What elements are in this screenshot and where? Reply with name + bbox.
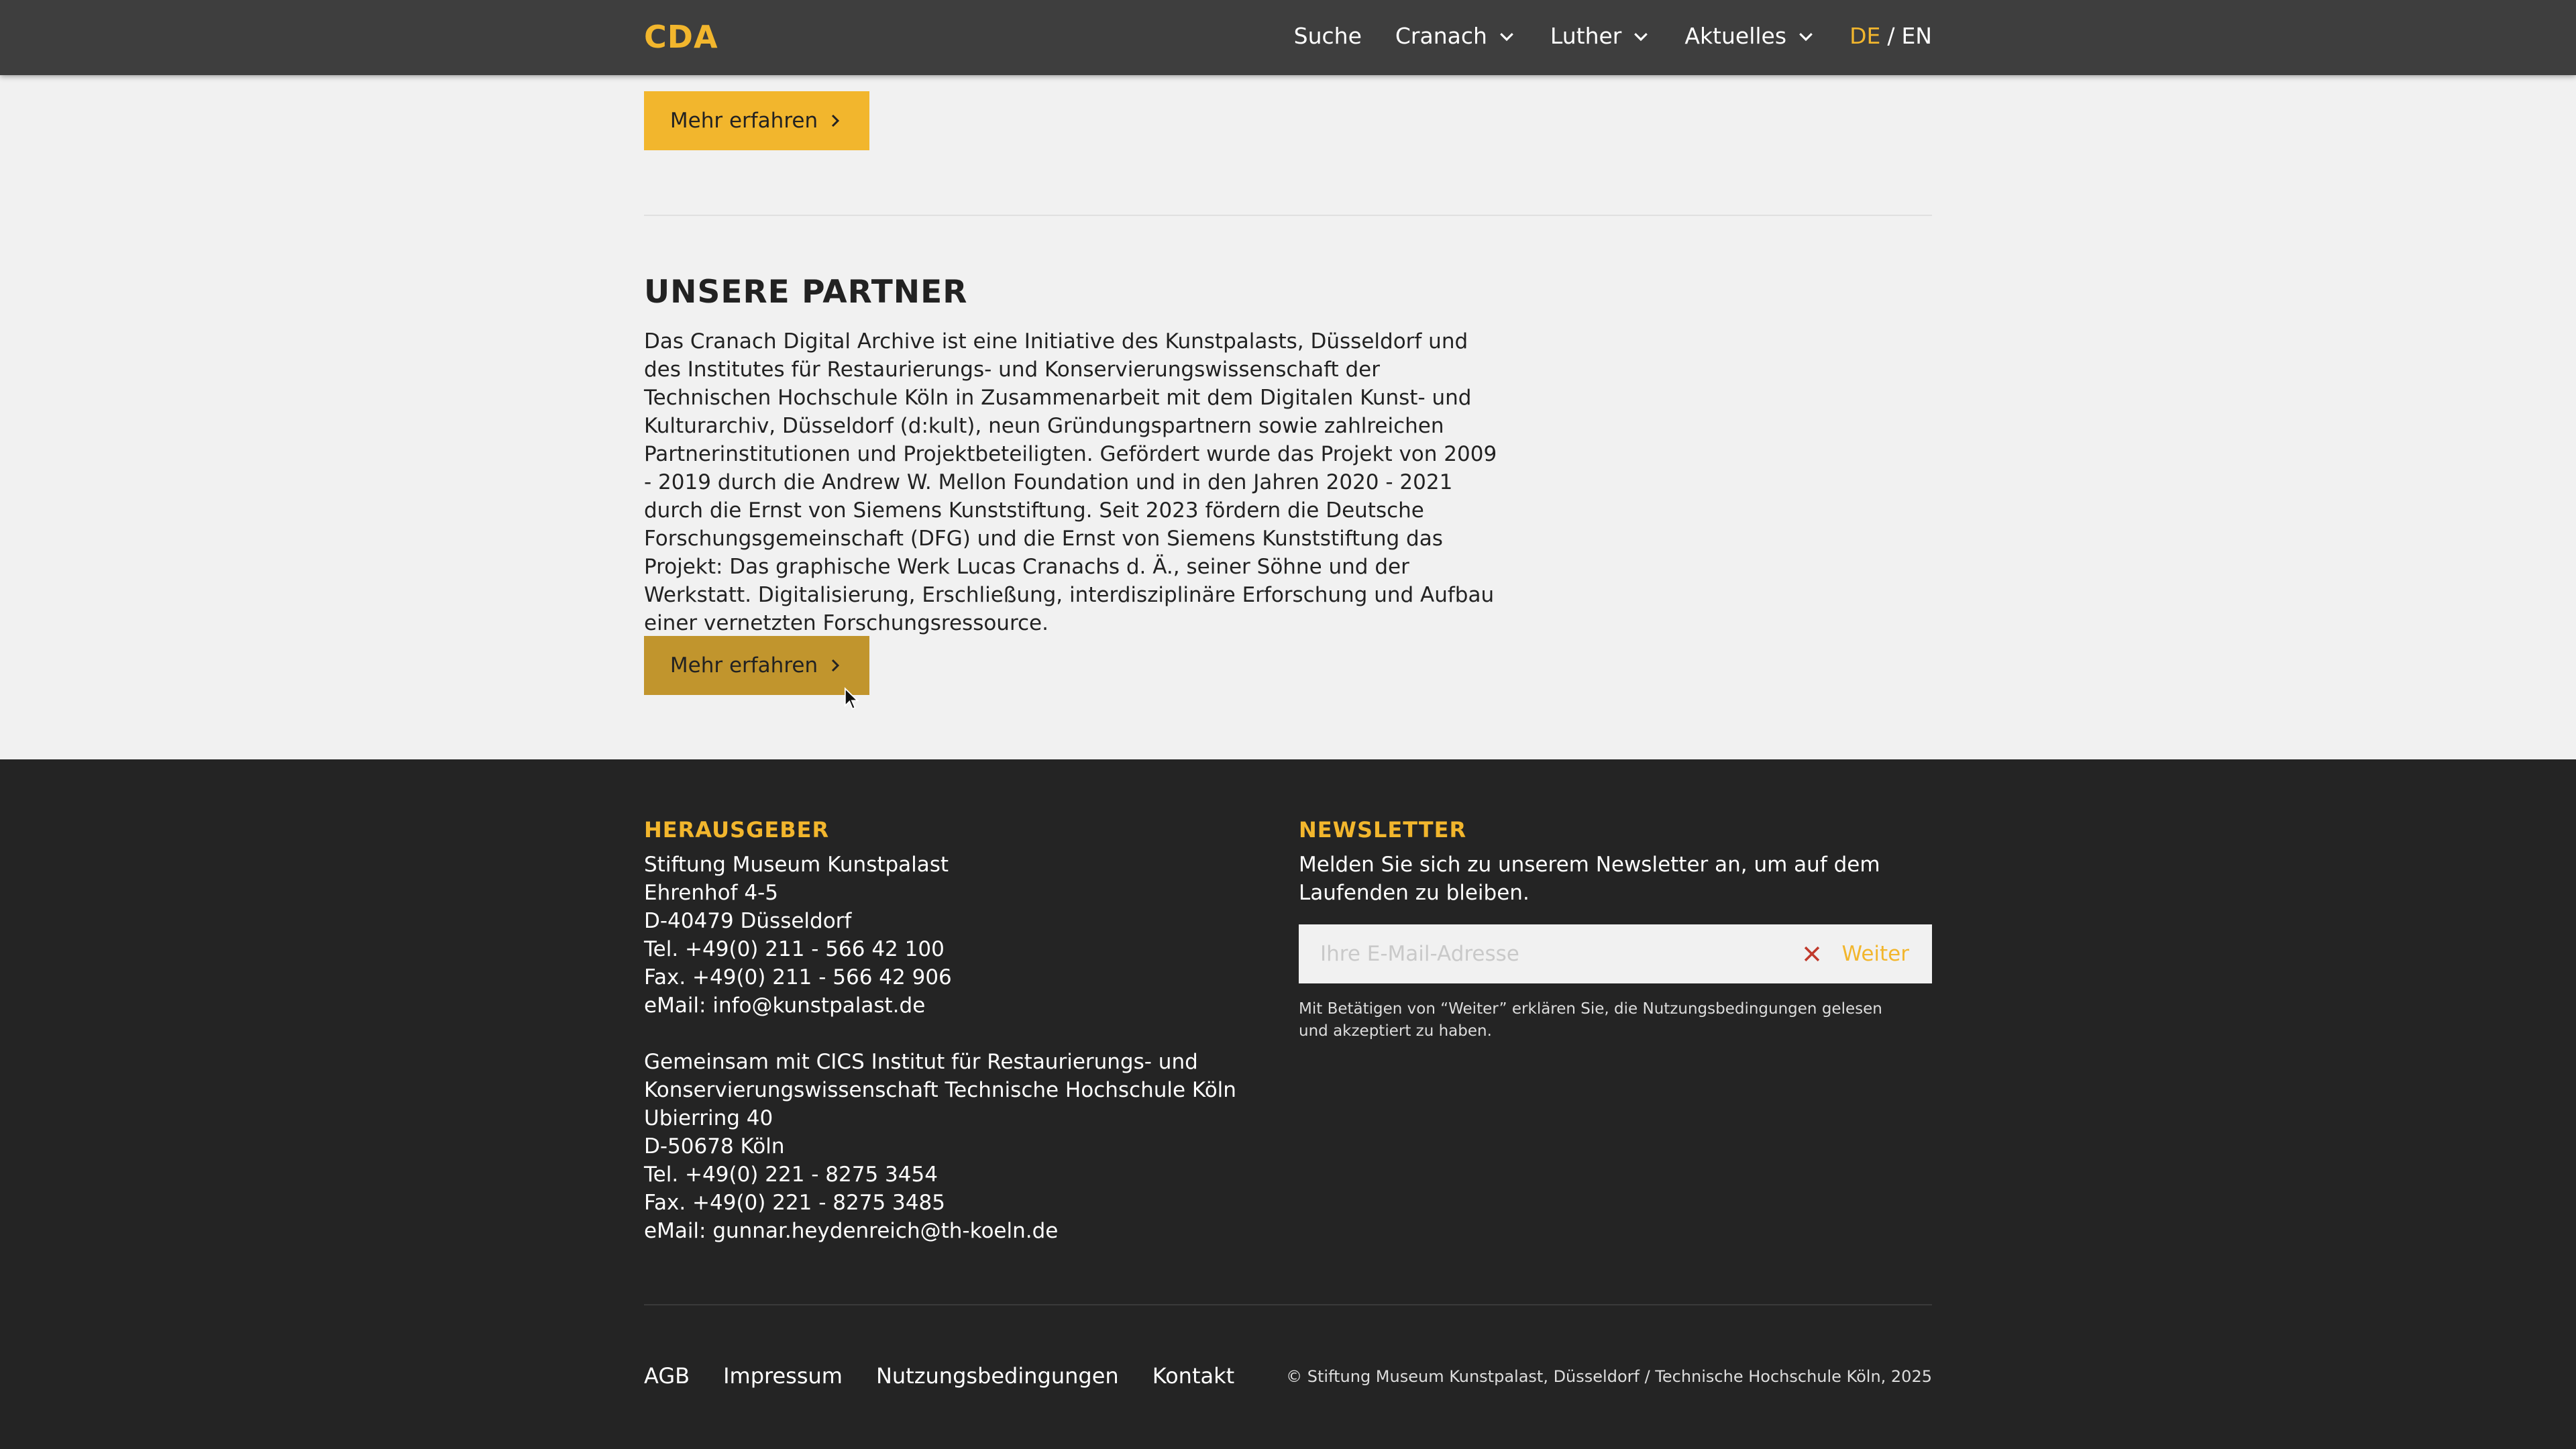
publisher-address: Stiftung Museum Kunstpalast Ehrenhof 4-5… <box>644 851 1236 1245</box>
nav-label-news: Aktuelles <box>1684 23 1787 49</box>
nav-label-luther: Luther <box>1550 23 1622 49</box>
footer-link-agb[interactable]: AGB <box>644 1363 690 1389</box>
newsletter-heading: NEWSLETTER <box>1299 817 1467 843</box>
chevron-down-icon <box>1500 32 1513 41</box>
email-input[interactable] <box>1299 924 1801 983</box>
publisher-heading: HERAUSGEBER <box>644 817 830 843</box>
lang-en[interactable]: EN <box>1901 23 1932 49</box>
phone-line: Tel. +49(0) 211 - 566 42 100 <box>644 937 945 961</box>
site-logo[interactable]: CDA <box>644 19 718 55</box>
address-line: D-40479 Düsseldorf <box>644 909 852 933</box>
nav-item-luther[interactable]: Luther <box>1550 23 1651 49</box>
lang-separator: / <box>1887 23 1895 49</box>
partner-line: Konservierungswissenschaft Technische Ho… <box>644 1078 1236 1102</box>
chevron-right-icon <box>832 659 840 672</box>
close-icon[interactable] <box>1801 943 1823 965</box>
chevron-right-icon <box>832 114 840 127</box>
partner-line: Gemeinsam mit CICS Institut für Restauri… <box>644 1050 1198 1074</box>
partners-more-button[interactable]: Mehr erfahren <box>644 636 869 695</box>
footer-link-contact[interactable]: Kontakt <box>1152 1363 1234 1389</box>
phone-line: Tel. +49(0) 221 - 8275 3454 <box>644 1163 938 1187</box>
partners-heading: UNSERE PARTNER <box>644 274 968 311</box>
mouse-pointer-icon <box>844 687 859 710</box>
newsletter-form: Weiter <box>1299 924 1932 983</box>
nav-item-search[interactable]: Suche <box>1294 23 1362 49</box>
email-line[interactable]: eMail: info@kunstpalast.de <box>644 991 1236 1020</box>
fax-line: Fax. +49(0) 211 - 566 42 906 <box>644 965 952 989</box>
main-nav: Suche Cranach Luther Aktuelles DE / EN <box>1294 23 1932 49</box>
more-button-label: Mehr erfahren <box>669 109 818 133</box>
newsletter-description: Melden Sie sich zu unserem Newsletter an… <box>1299 853 1880 905</box>
address-line: Ubierring 40 <box>644 1106 773 1130</box>
top-navigation-bar: CDA Suche Cranach Luther Aktuelles DE / … <box>0 0 2576 75</box>
section-divider <box>644 215 1932 216</box>
partners-description: Das Cranach Digital Archive ist eine Ini… <box>644 329 1497 635</box>
address-line: Stiftung Museum Kunstpalast <box>644 853 949 877</box>
lang-de[interactable]: DE <box>1849 23 1880 49</box>
fax-line: Fax. +49(0) 221 - 8275 3485 <box>644 1191 945 1215</box>
email-line[interactable]: eMail: gunnar.heydenreich@th-koeln.de <box>644 1217 1236 1245</box>
copyright-notice: © Stiftung Museum Kunstpalast, Düsseldor… <box>1286 1367 1932 1386</box>
footer-divider <box>644 1304 1932 1305</box>
newsletter-terms-note: Mit Betätigen von “Weiter” erklären Sie,… <box>1299 1000 1882 1040</box>
chevron-down-icon <box>1799 32 1813 41</box>
nav-item-news[interactable]: Aktuelles <box>1684 23 1816 49</box>
language-switcher: DE / EN <box>1849 23 1932 49</box>
more-button[interactable]: Mehr erfahren <box>644 91 869 150</box>
footer-link-imprint[interactable]: Impressum <box>723 1363 843 1389</box>
newsletter-submit-button[interactable]: Weiter <box>1842 942 1910 966</box>
footer-link-terms[interactable]: Nutzungsbedingungen <box>876 1363 1119 1389</box>
more-button-label: Mehr erfahren <box>669 653 818 678</box>
chevron-down-icon <box>1634 32 1648 41</box>
address-line: D-50678 Köln <box>644 1134 785 1159</box>
nav-label-cranach: Cranach <box>1395 23 1487 49</box>
site-footer: HERAUSGEBER Stiftung Museum Kunstpalast … <box>0 759 2576 1449</box>
footer-links: AGB Impressum Nutzungsbedingungen Kontak… <box>644 1363 1268 1389</box>
nav-label-search: Suche <box>1293 23 1362 49</box>
nav-item-cranach[interactable]: Cranach <box>1395 23 1517 49</box>
address-line: Ehrenhof 4-5 <box>644 881 779 905</box>
